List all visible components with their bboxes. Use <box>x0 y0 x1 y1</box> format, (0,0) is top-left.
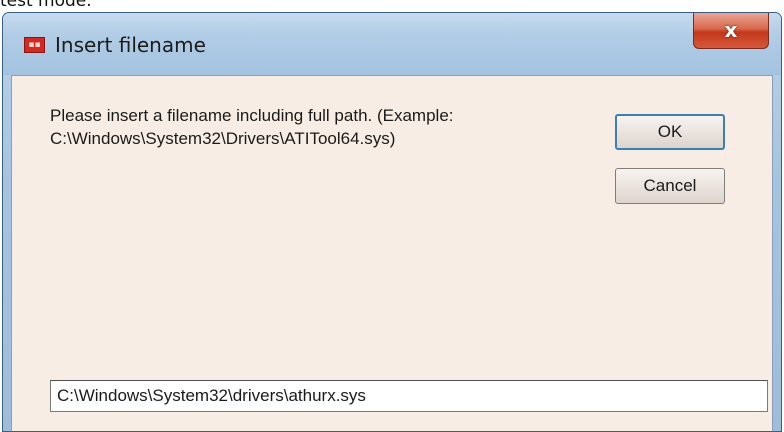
close-button[interactable]: x <box>693 13 769 49</box>
dialog-body: Please insert a filename including full … <box>11 75 773 431</box>
insert-filename-dialog: ▪▪ Insert filename x Please insert a fil… <box>2 12 782 432</box>
ok-button[interactable]: OK <box>615 114 725 150</box>
cancel-button[interactable]: Cancel <box>615 168 725 204</box>
instruction-line-2: C:\Windows\System32\Drivers\ATITool64.sy… <box>50 129 396 148</box>
filename-input[interactable] <box>50 380 768 412</box>
caption-text: test mode. <box>0 0 92 11</box>
close-icon: x <box>724 18 738 42</box>
instruction-text: Please insert a filename including full … <box>50 104 570 150</box>
app-icon: ▪▪ <box>24 37 45 53</box>
window-title: Insert filename <box>55 33 206 57</box>
title-bar[interactable]: ▪▪ Insert filename x <box>3 13 781 75</box>
instruction-line-1: Please insert a filename including full … <box>50 106 454 125</box>
